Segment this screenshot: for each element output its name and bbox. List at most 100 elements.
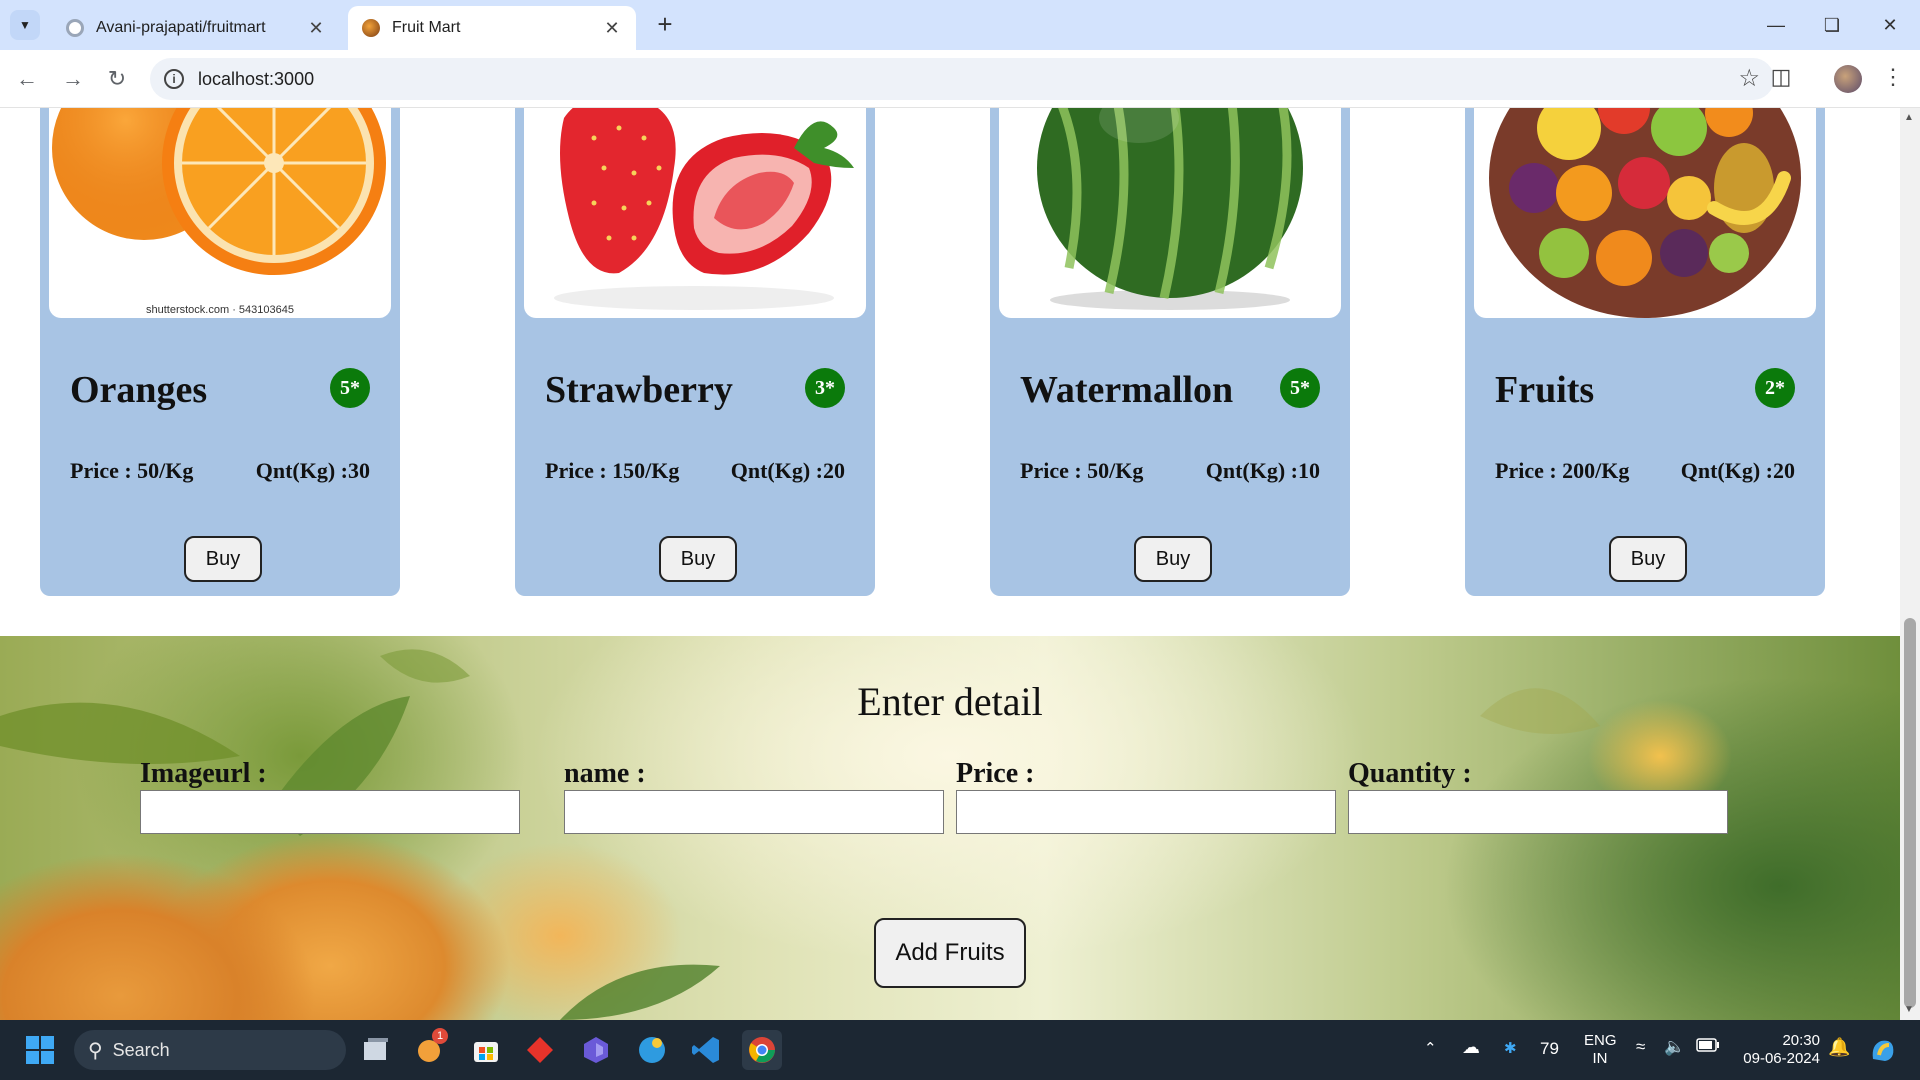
price-field-group: Price : bbox=[956, 758, 1336, 834]
price-input[interactable] bbox=[956, 790, 1336, 834]
forward-icon[interactable]: → bbox=[56, 62, 90, 96]
add-fruits-button[interactable]: Add Fruits bbox=[874, 918, 1026, 988]
microsoft-store-icon[interactable] bbox=[466, 1030, 506, 1070]
product-image-fruits bbox=[1474, 108, 1816, 318]
notification-badge: 1 bbox=[432, 1028, 448, 1044]
product-name: Strawberry bbox=[545, 369, 733, 411]
buy-button[interactable]: Buy bbox=[1134, 536, 1212, 582]
fruit-favicon bbox=[362, 19, 380, 37]
language-indicator[interactable]: ENG IN bbox=[1584, 1032, 1617, 1068]
vscode-icon[interactable] bbox=[686, 1030, 726, 1070]
product-quantity: Qnt(Kg) :10 bbox=[1205, 458, 1320, 483]
close-tab-icon[interactable]: ✕ bbox=[306, 18, 326, 39]
page-viewport: shutterstock.com · 543103645 Oranges 5* … bbox=[0, 108, 1900, 1020]
app-diamond-icon[interactable] bbox=[520, 1030, 560, 1070]
product-price: Price : 200/Kg bbox=[1495, 458, 1630, 483]
form-title: Enter detail bbox=[857, 679, 1043, 724]
tray-overflow-icon[interactable]: ⌃ bbox=[1424, 1040, 1437, 1058]
product-name: Watermallon bbox=[1020, 369, 1234, 411]
app-hexagon-icon[interactable] bbox=[576, 1030, 616, 1070]
back-icon[interactable]: ← bbox=[10, 62, 44, 96]
profile-avatar[interactable] bbox=[1834, 65, 1862, 93]
browser-toolbar: ← → ↻ i localhost:3000 ☆ ◫ ⋮ bbox=[0, 50, 1920, 108]
temperature-text[interactable]: 79 bbox=[1540, 1040, 1559, 1058]
product-name: Oranges bbox=[70, 369, 208, 411]
site-info-icon[interactable]: i bbox=[164, 69, 184, 89]
product-price: Price : 50/Kg bbox=[1020, 458, 1144, 483]
chrome-icon[interactable] bbox=[742, 1030, 782, 1070]
clock-time: 20:30 bbox=[1782, 1032, 1820, 1049]
task-view-icon[interactable] bbox=[356, 1030, 396, 1070]
search-label: Search bbox=[112, 1039, 170, 1060]
search-icon: ⚲ bbox=[88, 1039, 103, 1062]
clock-date: 09-06-2024 bbox=[1743, 1050, 1820, 1067]
reload-icon[interactable]: ↻ bbox=[100, 62, 134, 96]
scroll-up-icon[interactable]: ▲ bbox=[1904, 112, 1914, 123]
close-window-button[interactable]: ✕ bbox=[1870, 10, 1910, 40]
product-quantity: Qnt(Kg) :30 bbox=[255, 458, 370, 483]
battery-icon[interactable] bbox=[1696, 1038, 1720, 1057]
notifications-bell-icon[interactable]: 🔔 bbox=[1828, 1038, 1850, 1056]
address-bar[interactable]: i localhost:3000 ☆ bbox=[150, 58, 1774, 100]
clock[interactable]: 20:30 09-06-2024 bbox=[1740, 1032, 1820, 1068]
rating-badge: 5* bbox=[330, 368, 370, 408]
wifi-icon[interactable]: ≈ bbox=[1636, 1038, 1645, 1056]
quantity-field-group: Quantity : bbox=[1348, 758, 1728, 834]
scroll-down-icon[interactable]: ▼ bbox=[1904, 1004, 1914, 1015]
imageurl-label: Imageurl : bbox=[140, 758, 267, 789]
name-field-group: name : bbox=[564, 758, 944, 834]
rating-badge: 3* bbox=[805, 368, 845, 408]
product-card: Fruits 2* Price : 200/Kg Qnt(Kg) :20 Buy bbox=[1465, 108, 1825, 596]
rating-badge: 2* bbox=[1755, 368, 1795, 408]
product-image-oranges: shutterstock.com · 543103645 bbox=[49, 108, 391, 318]
product-card: Watermallon 5* Price : 50/Kg Qnt(Kg) :10… bbox=[990, 108, 1350, 596]
imageurl-field-group: Imageurl : bbox=[140, 758, 520, 834]
product-card: shutterstock.com · 543103645 Oranges 5* … bbox=[40, 108, 400, 596]
name-label: name : bbox=[564, 758, 646, 789]
new-tab-button[interactable]: + bbox=[650, 10, 680, 40]
language-line2: IN bbox=[1592, 1050, 1608, 1067]
restore-button[interactable]: ❏ bbox=[1812, 10, 1852, 40]
github-icon bbox=[66, 19, 84, 37]
quantity-label: Quantity : bbox=[1348, 758, 1472, 789]
copilot-icon[interactable] bbox=[1862, 1030, 1902, 1070]
product-price: Price : 150/Kg bbox=[545, 458, 680, 483]
scrollbar-thumb[interactable] bbox=[1904, 618, 1916, 1008]
url-text[interactable]: localhost:3000 bbox=[198, 69, 314, 90]
image-caption: shutterstock.com · 543103645 bbox=[146, 304, 294, 316]
menu-kebab-icon[interactable]: ⋮ bbox=[1878, 64, 1908, 94]
add-fruit-form: Enter detail Imageurl : name : Price : Q… bbox=[0, 636, 1900, 1020]
product-quantity: Qnt(Kg) :20 bbox=[1680, 458, 1795, 483]
product-image-strawberry bbox=[524, 108, 866, 318]
chevron-down-icon: ▼ bbox=[19, 18, 31, 32]
tab-github[interactable]: Avani-prajapati/fruitmart ✕ bbox=[52, 6, 340, 50]
windows-start-icon[interactable] bbox=[20, 1030, 60, 1070]
rating-badge: 5* bbox=[1280, 368, 1320, 408]
price-label: Price : bbox=[956, 758, 1035, 789]
help-app-icon[interactable] bbox=[632, 1030, 672, 1070]
tab-search-button[interactable]: ▼ bbox=[10, 10, 40, 40]
tab-title: Avani-prajapati/fruitmart bbox=[96, 19, 266, 36]
imageurl-input[interactable] bbox=[140, 790, 520, 834]
name-input[interactable] bbox=[564, 790, 944, 834]
windows-taskbar: ⚲ Search 1 ⌃ ☁ ✱ 79 ENG IN ≈ 🔈 20:30 09-… bbox=[0, 1020, 1920, 1080]
page-scrollbar[interactable]: ▲ ▼ bbox=[1900, 108, 1920, 1020]
volume-icon[interactable]: 🔈 bbox=[1664, 1038, 1685, 1056]
tab-title: Fruit Mart bbox=[392, 19, 461, 36]
product-price: Price : 50/Kg bbox=[70, 458, 194, 483]
product-name: Fruits bbox=[1495, 369, 1595, 411]
tab-fruit-mart[interactable]: Fruit Mart ✕ bbox=[348, 6, 636, 50]
bluetooth-icon[interactable]: ✱ bbox=[1504, 1040, 1517, 1058]
minimize-button[interactable]: — bbox=[1756, 10, 1796, 40]
buy-button[interactable]: Buy bbox=[1609, 536, 1687, 582]
close-tab-icon[interactable]: ✕ bbox=[602, 18, 622, 39]
bookmark-star-icon[interactable]: ☆ bbox=[1738, 64, 1760, 93]
taskbar-search[interactable]: ⚲ Search bbox=[74, 1030, 346, 1070]
quantity-input[interactable] bbox=[1348, 790, 1728, 834]
language-line1: ENG bbox=[1584, 1032, 1617, 1049]
extensions-icon[interactable]: ◫ bbox=[1766, 64, 1796, 94]
buy-button[interactable]: Buy bbox=[659, 536, 737, 582]
buy-button[interactable]: Buy bbox=[184, 536, 262, 582]
chat-app-icon[interactable]: 1 bbox=[410, 1028, 450, 1070]
onedrive-icon[interactable]: ☁ bbox=[1462, 1038, 1480, 1056]
